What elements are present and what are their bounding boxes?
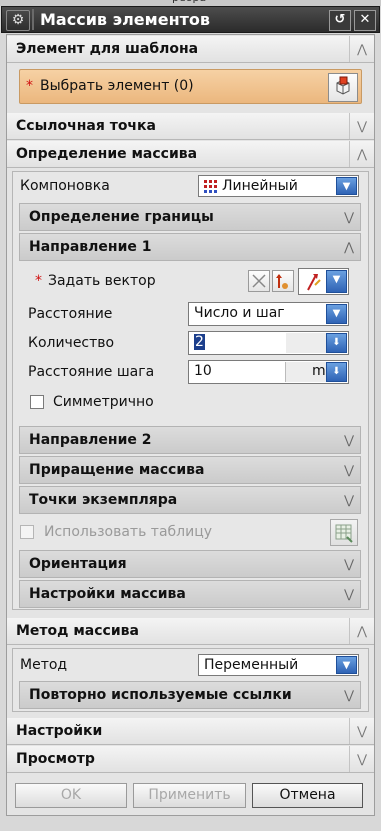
reset-icon[interactable]: ↺ xyxy=(329,10,351,31)
close-icon[interactable]: ✕ xyxy=(354,10,376,31)
chevron-down-icon[interactable]: ⋁ xyxy=(338,487,360,513)
pitch-label: Расстояние шага xyxy=(28,364,155,380)
direction-1-label: Направление 1 xyxy=(29,239,152,255)
chevron-down-icon[interactable]: ⋁ xyxy=(338,682,360,708)
instance-points-label: Точки экземпляра xyxy=(29,492,178,508)
chevron-up-icon[interactable]: ⋀ xyxy=(349,141,374,167)
chevron-down-icon[interactable]: ⋁ xyxy=(338,427,360,453)
select-object-icon[interactable] xyxy=(328,73,358,102)
chevron-down-icon[interactable]: ⋁ xyxy=(338,204,360,230)
cancel-button[interactable]: Отмена xyxy=(252,783,363,808)
section-array-definition[interactable]: Определение массива ⋀ xyxy=(7,141,374,168)
specify-vector-label: Задать вектор xyxy=(48,273,156,289)
layout-value: Линейный xyxy=(222,178,298,194)
direction-2-label: Направление 2 xyxy=(29,432,152,448)
subsection-array-increment[interactable]: Приращение массива ⋁ xyxy=(19,456,361,484)
vector-select[interactable]: ▼ xyxy=(298,268,349,295)
orientation-label: Ориентация xyxy=(29,556,127,572)
chevron-up-icon[interactable]: ⋀ xyxy=(349,36,374,62)
reuse-references-label: Повторно используемые ссылки xyxy=(29,687,292,703)
chevron-down-icon[interactable]: ⋁ xyxy=(349,718,374,744)
chevron-down-icon[interactable]: ▼ xyxy=(336,656,357,674)
title-bar: ⚙ Массив элементов ↺ ✕ xyxy=(1,6,380,33)
chevron-down-icon[interactable]: ⋁ xyxy=(349,113,374,139)
section-template-element[interactable]: Элемент для шаблона ⋀ xyxy=(7,36,374,63)
inferred-vector-icon xyxy=(303,272,325,296)
chevron-down-icon[interactable]: ▼ xyxy=(336,177,357,195)
ok-button[interactable]: OK xyxy=(15,783,127,808)
boundary-definition-label: Определение границы xyxy=(29,209,214,225)
table-icon[interactable] xyxy=(330,519,358,546)
subsection-direction-2[interactable]: Направление 2 ⋁ xyxy=(19,426,361,454)
count-unit-area xyxy=(286,333,327,353)
section-preview[interactable]: Просмотр ⋁ xyxy=(7,746,374,773)
method-label: Метод xyxy=(20,657,68,673)
chevron-down-icon[interactable]: ⋁ xyxy=(338,457,360,483)
section-reference-point-label: Ссылочная точка xyxy=(16,118,156,134)
method-value: Переменный xyxy=(204,657,299,673)
use-table-label: Использовать таблицу xyxy=(44,524,213,540)
pitch-field[interactable]: 10 mm ⬇ xyxy=(188,360,349,384)
array-increment-label: Приращение массива xyxy=(29,462,205,478)
array-settings-label: Настройки массива xyxy=(29,586,186,602)
count-field[interactable]: 2 ⬇ xyxy=(188,331,349,355)
section-array-definition-label: Определение массива xyxy=(16,146,198,162)
subsection-boundary-definition[interactable]: Определение границы ⋁ xyxy=(19,203,361,231)
symmetric-checkbox[interactable] xyxy=(30,395,44,409)
window-title: Массив элементов xyxy=(40,10,211,29)
chevron-up-icon[interactable]: ⋀ xyxy=(349,618,374,644)
layout-label: Компоновка xyxy=(20,178,110,194)
subsection-instance-points[interactable]: Точки экземпляра ⋁ xyxy=(19,486,361,514)
section-settings-label: Настройки xyxy=(16,723,103,739)
use-table-checkbox[interactable] xyxy=(20,525,34,539)
linear-pattern-icon xyxy=(204,180,217,193)
count-value: 2 xyxy=(194,334,205,350)
arrow-down-icon[interactable]: ⬇ xyxy=(326,362,347,382)
distance-label: Расстояние xyxy=(28,306,113,322)
chevron-up-icon[interactable]: ⋀ xyxy=(338,234,360,260)
section-array-method[interactable]: Метод массива ⋀ xyxy=(7,618,374,645)
subsection-direction-1[interactable]: Направление 1 ⋀ xyxy=(19,233,361,261)
title-separator xyxy=(32,9,34,30)
apply-button[interactable]: Применить xyxy=(133,783,246,808)
subsection-array-settings[interactable]: Настройки массива ⋁ xyxy=(19,580,361,608)
pitch-value: 10 xyxy=(194,363,212,379)
chevron-down-icon[interactable]: ⋁ xyxy=(338,581,360,607)
top-strip-text: peopa xyxy=(172,0,206,4)
reverse-direction-icon[interactable] xyxy=(248,270,270,292)
section-template-element-label: Элемент для шаблона xyxy=(16,41,199,57)
required-asterisk: * xyxy=(35,273,42,289)
chevron-down-icon[interactable]: ⋁ xyxy=(338,551,360,577)
vector-dialog-icon[interactable] xyxy=(272,270,294,292)
section-settings[interactable]: Настройки ⋁ xyxy=(7,718,374,745)
count-label: Количество xyxy=(28,335,115,351)
chevron-down-icon[interactable]: ▼ xyxy=(326,270,347,293)
symmetric-label: Симметрично xyxy=(53,394,154,410)
section-array-method-label: Метод массива xyxy=(16,623,139,639)
section-reference-point[interactable]: Ссылочная точка ⋁ xyxy=(7,113,374,140)
arrow-down-icon[interactable]: ⬇ xyxy=(326,333,347,353)
subsection-orientation[interactable]: Ориентация ⋁ xyxy=(19,550,361,578)
required-asterisk: * xyxy=(26,78,33,94)
method-select[interactable]: Переменный ▼ xyxy=(198,654,359,676)
select-element-row[interactable]: * Выбрать элемент (0) xyxy=(19,69,362,104)
section-preview-label: Просмотр xyxy=(16,751,95,767)
gear-icon[interactable]: ⚙ xyxy=(6,10,30,31)
subsection-reuse-references[interactable]: Повторно используемые ссылки ⋁ xyxy=(19,681,361,709)
distance-value: Число и шаг xyxy=(194,305,285,321)
chevron-down-icon[interactable]: ⋁ xyxy=(349,746,374,772)
chevron-down-icon[interactable]: ▼ xyxy=(326,304,347,324)
pitch-unit-box: mm xyxy=(285,362,339,382)
select-element-label: Выбрать элемент (0) xyxy=(40,78,194,94)
layout-select[interactable]: Линейный ▼ xyxy=(198,175,359,197)
distance-select[interactable]: Число и шаг ▼ xyxy=(188,302,349,326)
